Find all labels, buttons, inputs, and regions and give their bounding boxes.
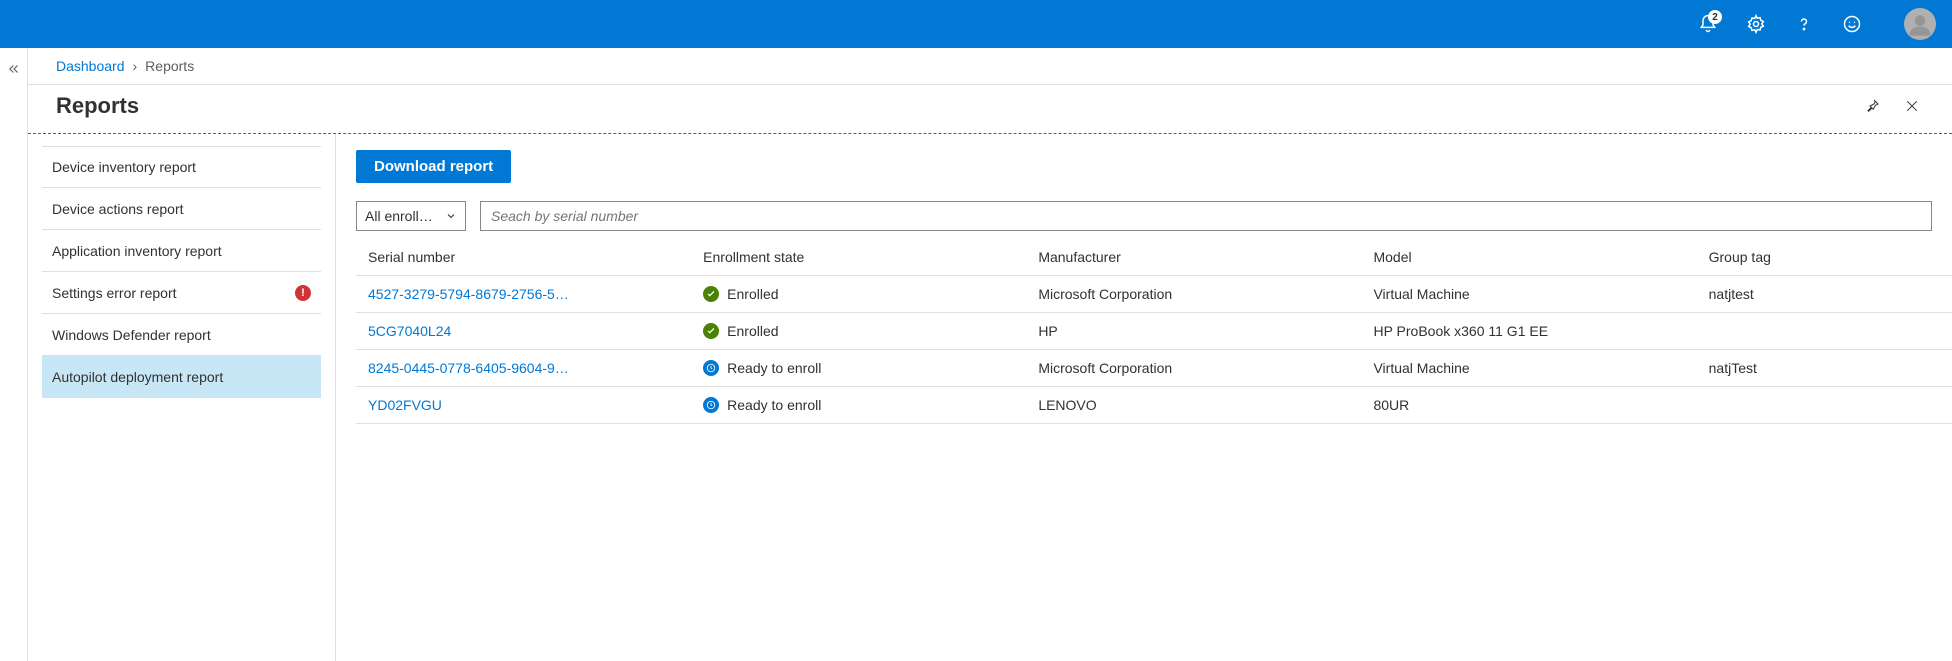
enrollment-state-cell: Ready to enroll — [691, 387, 1026, 424]
clock-icon — [703, 360, 719, 376]
sidebar-item[interactable]: Device inventory report — [42, 146, 321, 188]
pin-button[interactable] — [1860, 94, 1884, 118]
enrollment-state-cell: Enrolled — [691, 313, 1026, 350]
table-row: YD02FVGU Ready to enroll LENOVO80UR — [356, 387, 1952, 424]
manufacturer-cell: LENOVO — [1026, 387, 1361, 424]
state-label: Ready to enroll — [727, 360, 821, 376]
enrollment-state-cell: Ready to enroll — [691, 350, 1026, 387]
pin-icon — [1864, 98, 1880, 114]
reports-sidebar: Device inventory report Device actions re… — [28, 134, 336, 661]
sidebar-item[interactable]: Autopilot deployment report — [42, 356, 321, 398]
breadcrumb: Dashboard › Reports — [28, 48, 1952, 85]
model-cell: Virtual Machine — [1361, 350, 1696, 387]
title-row: Reports — [28, 85, 1952, 134]
state-label: Ready to enroll — [727, 397, 821, 413]
title-actions — [1860, 94, 1924, 118]
breadcrumb-current: Reports — [145, 58, 194, 74]
manufacturer-cell: Microsoft Corporation — [1026, 350, 1361, 387]
sidebar-item-label: Windows Defender report — [52, 327, 211, 343]
sidebar-item[interactable]: Windows Defender report — [42, 314, 321, 356]
serial-link[interactable]: YD02FVGU — [356, 387, 691, 424]
table-row: 4527-3279-5794-8679-2756-5… Enrolled Micro… — [356, 276, 1952, 313]
model-cell: Virtual Machine — [1361, 276, 1696, 313]
feedback-button[interactable] — [1832, 4, 1872, 44]
close-button[interactable] — [1900, 94, 1924, 118]
chevron-down-icon — [445, 210, 457, 222]
download-report-button[interactable]: Download report — [356, 150, 511, 183]
state-label: Enrolled — [727, 286, 778, 302]
user-avatar[interactable] — [1904, 8, 1936, 40]
table-row: 8245-0445-0778-6405-9604-9… Ready to enro… — [356, 350, 1952, 387]
help-button[interactable] — [1784, 4, 1824, 44]
group-tag-cell — [1697, 387, 1952, 424]
sidebar-item-label: Device actions report — [52, 201, 184, 217]
question-icon — [1794, 14, 1814, 34]
controls-row: All enrollm… — [356, 201, 1952, 231]
table-header-row: Serial number Enrollment state Manufactu… — [356, 239, 1952, 276]
gear-icon — [1746, 14, 1766, 34]
state-label: Enrolled — [727, 323, 778, 339]
serial-link[interactable]: 5CG7040L24 — [356, 313, 691, 350]
enrollment-state-cell: Enrolled — [691, 276, 1026, 313]
col-model[interactable]: Model — [1361, 239, 1696, 276]
col-serial[interactable]: Serial number — [356, 239, 691, 276]
manufacturer-cell: Microsoft Corporation — [1026, 276, 1361, 313]
notification-badge: 2 — [1708, 10, 1722, 24]
breadcrumb-separator: › — [133, 58, 138, 74]
content-shell: Dashboard › Reports Reports Device inven… — [0, 48, 1952, 661]
sidebar-item-label: Application inventory report — [52, 243, 222, 259]
notifications-button[interactable]: 2 — [1688, 4, 1728, 44]
person-icon — [1906, 10, 1934, 38]
clock-icon — [703, 397, 719, 413]
sidebar-item-label: Settings error report — [52, 285, 177, 301]
search-input[interactable] — [480, 201, 1932, 231]
serial-link[interactable]: 4527-3279-5794-8679-2756-5… — [356, 276, 691, 313]
detail-pane: Download report All enrollm… Serial numb… — [336, 134, 1952, 661]
alert-icon: ! — [295, 285, 311, 301]
checkmark-icon — [703, 286, 719, 302]
breadcrumb-root-link[interactable]: Dashboard — [56, 58, 125, 74]
manufacturer-cell: HP — [1026, 313, 1361, 350]
group-tag-cell: natjTest — [1697, 350, 1952, 387]
main-area: Dashboard › Reports Reports Device inven… — [28, 48, 1952, 661]
sidebar-item[interactable]: Settings error report! — [42, 272, 321, 314]
group-tag-cell — [1697, 313, 1952, 350]
sidebar-item-label: Autopilot deployment report — [52, 369, 223, 385]
checkmark-icon — [703, 323, 719, 339]
model-cell: 80UR — [1361, 387, 1696, 424]
body-split: Device inventory report Device actions re… — [28, 134, 1952, 661]
sidebar-item[interactable]: Application inventory report — [42, 230, 321, 272]
dropdown-label: All enrollm… — [365, 208, 439, 224]
enrollment-filter-dropdown[interactable]: All enrollm… — [356, 201, 466, 231]
sidebar-item-label: Device inventory report — [52, 159, 196, 175]
results-table: Serial number Enrollment state Manufactu… — [356, 239, 1952, 424]
close-icon — [1904, 98, 1920, 114]
table-row: 5CG7040L24 Enrolled HPHP ProBook x360 11 G… — [356, 313, 1952, 350]
col-manufacturer[interactable]: Manufacturer — [1026, 239, 1361, 276]
page-title: Reports — [56, 93, 139, 119]
settings-button[interactable] — [1736, 4, 1776, 44]
collapse-sidebar-button[interactable] — [0, 48, 28, 661]
chevron-double-left-icon — [7, 62, 21, 76]
serial-link[interactable]: 8245-0445-0778-6405-9604-9… — [356, 350, 691, 387]
col-state[interactable]: Enrollment state — [691, 239, 1026, 276]
col-group-tag[interactable]: Group tag — [1697, 239, 1952, 276]
model-cell: HP ProBook x360 11 G1 EE — [1361, 313, 1696, 350]
group-tag-cell: natjtest — [1697, 276, 1952, 313]
smiley-icon — [1842, 14, 1862, 34]
top-bar: 2 — [0, 0, 1952, 48]
sidebar-item[interactable]: Device actions report — [42, 188, 321, 230]
